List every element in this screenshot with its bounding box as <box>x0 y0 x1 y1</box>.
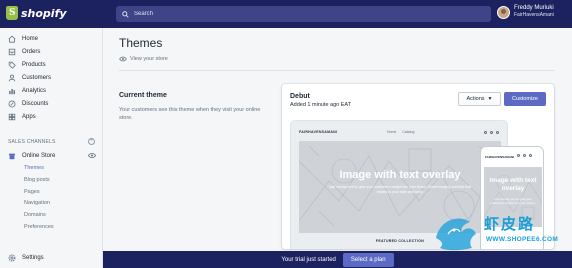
view-store-link[interactable]: View your store <box>119 56 168 62</box>
sidebar-item-home[interactable]: Home <box>8 34 38 43</box>
mobile-hero-title: Image with text overlay <box>489 177 537 192</box>
sidebar-sub-domains[interactable]: Domains <box>24 212 46 218</box>
preview-link-home: Home <box>387 130 397 134</box>
eye-icon <box>119 56 127 62</box>
sidebar-item-discounts[interactable]: Discounts <box>8 99 48 108</box>
preview-search-icon <box>484 130 487 134</box>
sidebar-sub-preferences[interactable]: Preferences <box>24 224 54 230</box>
settings-label: Settings <box>22 255 44 261</box>
sidebar-sub-themes[interactable]: Themes <box>24 165 44 171</box>
hero-subtitle: Use overlay text to give your customers … <box>329 185 472 194</box>
customers-icon <box>8 74 16 81</box>
add-channel-icon[interactable]: + <box>88 138 95 145</box>
trial-text: Your trial just started <box>281 256 336 263</box>
sidebar-sub-pages[interactable]: Pages <box>24 189 40 195</box>
sidebar-item-label: Customers <box>22 74 52 81</box>
current-theme-title: Current theme <box>119 92 167 99</box>
preview-brand: FAIRHAVENSAMANI <box>299 130 338 134</box>
current-theme-description: Your customers see this theme when they … <box>119 107 261 121</box>
gear-icon <box>8 254 16 262</box>
preview-header: FAIRHAVENSAMANI Home Catalog <box>299 127 501 137</box>
preview-account-icon <box>490 130 493 134</box>
sidebar-item-online-store[interactable]: Online Store <box>8 151 55 160</box>
sidebar-sub-navigation[interactable]: Navigation <box>24 200 50 206</box>
sidebar-item-analytics[interactable]: Analytics <box>8 86 46 95</box>
shopify-logo[interactable]: shopify <box>6 6 67 20</box>
orders-icon <box>8 48 16 55</box>
sidebar-item-settings[interactable]: Settings <box>8 254 44 262</box>
sidebar-item-label: Orders <box>22 48 41 55</box>
mobile-cart-icon <box>523 154 526 157</box>
search-input[interactable] <box>134 11 334 17</box>
sidebar-item-orders[interactable]: Orders <box>8 47 40 56</box>
search-icon <box>122 10 129 18</box>
theme-added: Added 1 minute ago EAT <box>290 102 352 108</box>
store-icon <box>8 153 16 159</box>
view-store-label: View your store <box>130 56 168 62</box>
user-menu[interactable]: Freddy Muriuki FairHavensAmani <box>497 5 554 19</box>
theme-name: Debut <box>290 93 310 100</box>
logo-text: shopify <box>21 6 67 20</box>
sidebar-item-label: Home <box>22 35 39 42</box>
watermark-text: 虾皮路 <box>484 215 536 233</box>
sidebar-item-products[interactable]: Products <box>8 60 46 69</box>
discount-icon <box>8 100 16 107</box>
avatar <box>497 5 510 19</box>
top-bar: shopify Freddy Muriuki FairHavensAmani <box>0 0 572 28</box>
search-bar[interactable] <box>116 6 491 22</box>
sidebar-item-apps[interactable]: Apps <box>8 112 36 121</box>
sales-channels-header: SALES CHANNELS <box>8 139 56 145</box>
sidebar-item-label: Discounts <box>22 100 49 107</box>
home-icon <box>8 35 16 43</box>
trial-banner: Your trial just started Select a plan <box>103 251 572 268</box>
caret-down-icon: ▼ <box>487 96 493 102</box>
sidebar-item-label: Analytics <box>22 87 47 94</box>
preview-cart-icon <box>496 130 499 134</box>
mobile-menu-icon <box>529 154 532 157</box>
page-title: Themes <box>119 36 163 50</box>
sidebar-item-label: Apps <box>22 113 36 120</box>
divider <box>119 70 555 71</box>
mobile-hero-subtitle: Use overlay text to give your customers … <box>490 197 536 205</box>
analytics-icon <box>9 88 15 94</box>
sidebar: Home Orders Products Customers Analytics… <box>0 28 103 268</box>
preview-link-catalog: Catalog <box>402 130 415 134</box>
shopify-bag-icon <box>6 6 18 20</box>
actions-label: Actions <box>466 96 485 102</box>
sidebar-item-label: Online Store <box>22 152 56 159</box>
actions-button[interactable]: Actions ▼ <box>458 92 501 106</box>
sidebar-sub-blog-posts[interactable]: Blog posts <box>24 177 50 183</box>
hero-title: Image with text overlay <box>339 169 461 181</box>
watermark-url: WWW.SHOPEE6.COM <box>486 236 559 243</box>
eye-icon[interactable] <box>88 152 96 159</box>
mobile-brand: FAIRHAVENSAMANI <box>485 155 514 159</box>
select-plan-button[interactable]: Select a plan <box>342 252 394 267</box>
mobile-search-icon <box>517 154 520 157</box>
user-shop: FairHavensAmani <box>514 12 554 18</box>
apps-icon <box>8 113 16 120</box>
sidebar-item-label: Products <box>22 61 46 68</box>
sidebar-item-customers[interactable]: Customers <box>8 73 51 82</box>
customize-button[interactable]: Customize <box>504 92 546 106</box>
user-name: Freddy Muriuki <box>514 5 554 11</box>
tag-icon <box>8 61 16 69</box>
